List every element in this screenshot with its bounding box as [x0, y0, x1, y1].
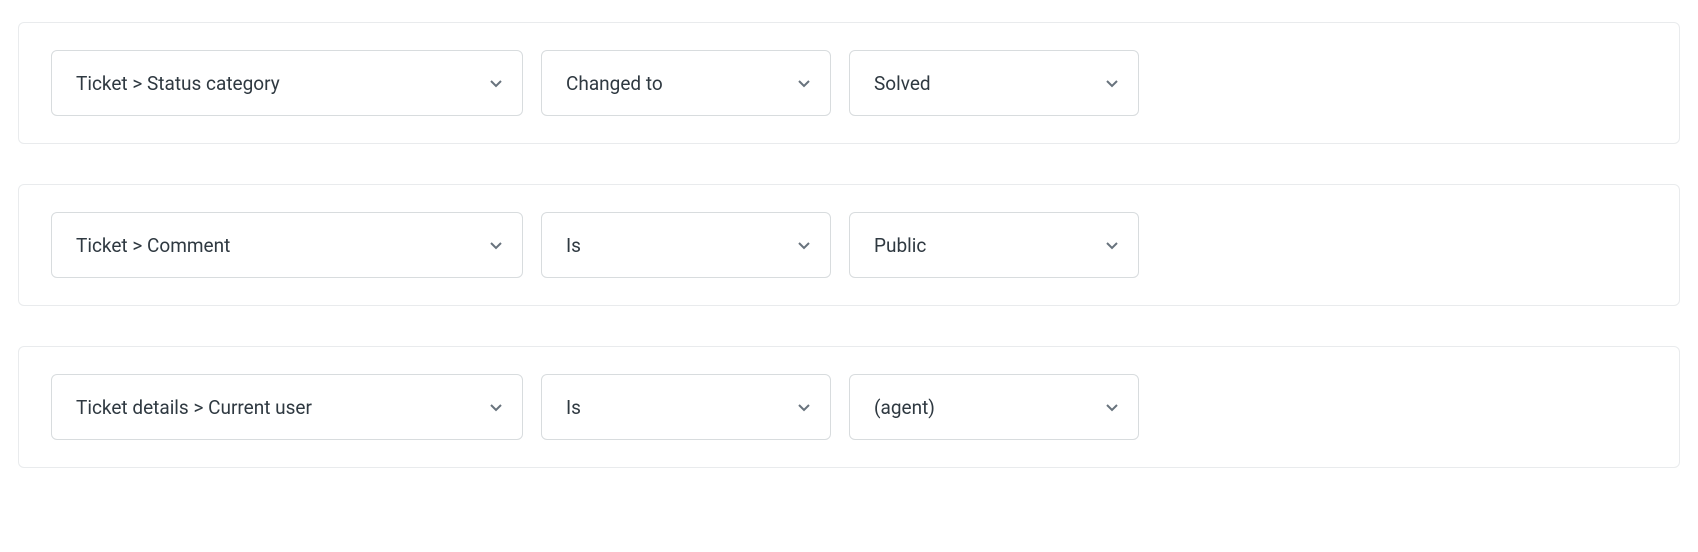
- field-dropdown-label: Ticket details > Current user: [76, 396, 312, 419]
- operator-dropdown[interactable]: Changed to: [541, 50, 831, 116]
- operator-dropdown[interactable]: Is: [541, 212, 831, 278]
- value-dropdown-label: Public: [874, 234, 926, 257]
- operator-dropdown[interactable]: Is: [541, 374, 831, 440]
- chevron-down-icon: [488, 75, 504, 91]
- chevron-down-icon: [1104, 237, 1120, 253]
- condition-row: Ticket details > Current user Is (agent): [18, 346, 1680, 468]
- chevron-down-icon: [1104, 75, 1120, 91]
- chevron-down-icon: [1104, 399, 1120, 415]
- chevron-down-icon: [796, 399, 812, 415]
- field-dropdown-label: Ticket > Status category: [76, 72, 280, 95]
- field-dropdown[interactable]: Ticket > Comment: [51, 212, 523, 278]
- operator-dropdown-label: Is: [566, 396, 581, 419]
- field-dropdown-label: Ticket > Comment: [76, 234, 230, 257]
- value-dropdown[interactable]: Solved: [849, 50, 1139, 116]
- chevron-down-icon: [488, 399, 504, 415]
- value-dropdown-label: (agent): [874, 396, 935, 419]
- chevron-down-icon: [796, 237, 812, 253]
- chevron-down-icon: [488, 237, 504, 253]
- field-dropdown[interactable]: Ticket > Status category: [51, 50, 523, 116]
- condition-row: Ticket > Comment Is Public: [18, 184, 1680, 306]
- operator-dropdown-label: Is: [566, 234, 581, 257]
- value-dropdown[interactable]: (agent): [849, 374, 1139, 440]
- value-dropdown-label: Solved: [874, 72, 931, 95]
- operator-dropdown-label: Changed to: [566, 72, 663, 95]
- condition-row: Ticket > Status category Changed to Solv…: [18, 22, 1680, 144]
- field-dropdown[interactable]: Ticket details > Current user: [51, 374, 523, 440]
- chevron-down-icon: [796, 75, 812, 91]
- value-dropdown[interactable]: Public: [849, 212, 1139, 278]
